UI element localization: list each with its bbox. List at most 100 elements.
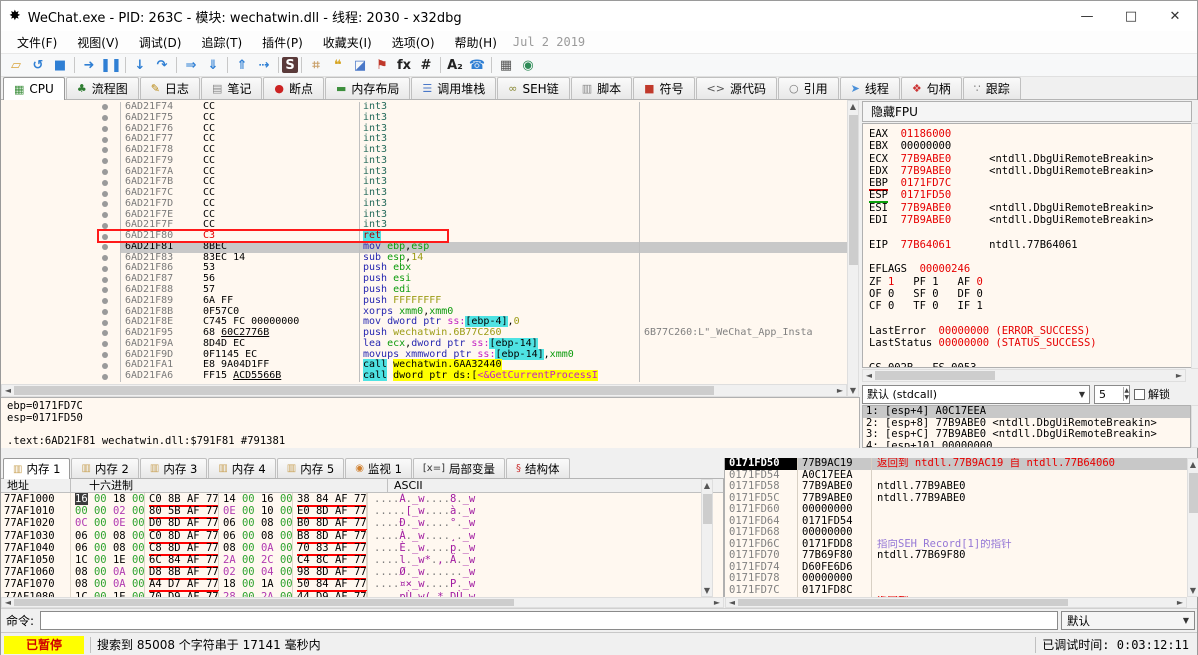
dump-row[interactable]: 77AF10501C 00 1E 006C 84 AF 772A 00 2C 0…	[1, 554, 723, 566]
breakpoint-gutter[interactable]	[1, 199, 121, 210]
execute-till-return-icon[interactable]: ⇑	[231, 55, 253, 75]
tab-SEH链[interactable]: ∞SEH链	[497, 77, 569, 99]
dump-row[interactable]: 77AF100016 00 18 00C0 8B AF 7714 00 16 0…	[1, 493, 723, 505]
stack-hscrollbar[interactable]: ◄ ►	[725, 597, 1187, 608]
breakpoint-gutter[interactable]	[1, 360, 121, 371]
breakpoint-gutter[interactable]	[1, 177, 121, 188]
registers-hscrollbar[interactable]: ◄ ►	[862, 369, 1186, 382]
hide-fpu-button[interactable]: 隐藏FPU	[862, 101, 1192, 122]
scroll-thumb[interactable]	[849, 115, 858, 265]
scroll-thumb[interactable]	[703, 494, 712, 524]
breakpoint-gutter[interactable]	[1, 296, 121, 307]
stack-row[interactable]: 0171FD6800000000	[725, 527, 1198, 539]
scroll-left-arrow[interactable]: ◄	[2, 598, 14, 607]
scroll-thumb[interactable]	[738, 599, 1068, 606]
scroll-thumb[interactable]	[14, 386, 714, 395]
scroll-thumb[interactable]	[14, 599, 514, 606]
breakpoint-gutter[interactable]	[1, 285, 121, 296]
dump-row[interactable]: 77AF107008 00 0A 00A4 D7 AF 7718 00 1A 0…	[1, 578, 723, 590]
scroll-down-arrow[interactable]: ▼	[702, 586, 712, 595]
stop-icon[interactable]: ■	[49, 55, 71, 75]
run-icon[interactable]: ➜	[78, 55, 100, 75]
stack-row[interactable]: 0171FD7C0171FD8C	[725, 585, 1198, 597]
comments-icon[interactable]: ❝	[327, 55, 349, 75]
tab-内存 4[interactable]: ▥内存 4	[208, 458, 275, 478]
astyle-icon[interactable]: A₂	[444, 55, 466, 75]
disassembly-vscrollbar[interactable]: ▲ ▼	[847, 100, 859, 397]
breakpoint-gutter[interactable]	[1, 210, 121, 221]
scroll-down-arrow[interactable]: ▼	[848, 386, 858, 395]
dump-row[interactable]: 77AF106008 00 0A 00D8 8B AF 7702 00 04 0…	[1, 566, 723, 578]
globe-icon[interactable]: ◉	[517, 55, 539, 75]
scroll-up-arrow[interactable]: ▲	[1188, 460, 1198, 469]
labels-icon[interactable]: ◪	[349, 55, 371, 75]
horizontal-splitter[interactable]	[1, 448, 1197, 458]
modules-phone-icon[interactable]: ☎	[466, 55, 488, 75]
restart-icon[interactable]: ↺	[27, 55, 49, 75]
stack-panel[interactable]: 0171FD5077B9AC19返回到 ntdll.77B9AC19 自 ntd…	[724, 458, 1198, 597]
arguments-vscrollbar[interactable]	[1191, 405, 1198, 448]
registers-vscrollbar[interactable]	[1191, 123, 1198, 369]
minimize-button[interactable]: —	[1065, 1, 1109, 31]
breakpoint-gutter[interactable]	[1, 113, 121, 124]
tab-笔记[interactable]: ▤笔记	[201, 77, 262, 99]
dump-vscrollbar[interactable]: ▲ ▼	[701, 479, 713, 597]
command-profile-dropdown[interactable]: 默认 ▼	[1061, 611, 1195, 630]
menu-item[interactable]: 调试(D)	[129, 31, 192, 54]
breakpoint-gutter[interactable]	[1, 339, 121, 350]
patches-icon[interactable]: ⌗	[305, 55, 327, 75]
tab-源代码[interactable]: <>源代码	[696, 77, 777, 99]
scroll-left-arrow[interactable]: ◄	[726, 598, 738, 607]
breakpoint-gutter[interactable]	[1, 253, 121, 264]
spinner-buttons[interactable]: ▲▼	[1123, 387, 1129, 401]
scylla-icon[interactable]: S	[282, 57, 298, 73]
scroll-right-arrow[interactable]: ►	[834, 386, 846, 395]
dump-row[interactable]: 77AF104006 00 08 00C8 8D AF 7708 00 0A 0…	[1, 542, 723, 554]
registers-view[interactable]: EAX 01186000EBX 00000000ECX 77B9ABE0 <nt…	[862, 123, 1192, 368]
breakpoint-gutter[interactable]	[1, 188, 121, 199]
calling-convention-select[interactable]: 默认 (stdcall) ▼	[862, 385, 1090, 404]
dump-row[interactable]: 77AF101000 00 02 0080 5B AF 770E 00 10 0…	[1, 505, 723, 517]
menu-item[interactable]: 追踪(T)	[191, 31, 252, 54]
scroll-thumb[interactable]	[1189, 473, 1198, 513]
scroll-left-arrow[interactable]: ◄	[863, 371, 875, 380]
scroll-up-arrow[interactable]: ▲	[848, 102, 858, 111]
breakpoint-gutter[interactable]	[1, 167, 121, 178]
stack-row[interactable]: 0171FD5C77B9ABE0ntdll.77B9ABE0	[725, 493, 1198, 505]
tab-符号[interactable]: ■符号	[633, 77, 694, 99]
tab-日志[interactable]: ✎日志	[140, 77, 200, 99]
breakpoint-gutter[interactable]	[1, 350, 121, 361]
argument-row[interactable]: 4: [esp+10] 00000000	[863, 441, 1190, 449]
memory-dump-panel[interactable]: 地址 十六进制 ASCII 77AF100016 00 18 00C0 8B A…	[1, 479, 724, 608]
open-folder-icon[interactable]: ▱	[5, 55, 27, 75]
stack-row[interactable]: 0171FD640171FD54	[725, 516, 1198, 528]
tab-引用[interactable]: ○引用	[778, 77, 839, 99]
bookmarks-icon[interactable]: ⚑	[371, 55, 393, 75]
argument-row[interactable]: 3: [esp+C] 77B9ABE0 <ntdll.DbgUiRemoteBr…	[863, 429, 1190, 441]
menu-item[interactable]: 选项(O)	[382, 31, 445, 54]
disassembly-panel[interactable]: 6AD21F74CCint36AD21F75CCint36AD21F76CCin…	[1, 100, 859, 397]
stack-row[interactable]: 0171FD5077B9AC19返回到 ntdll.77B9AC19 自 ntd…	[725, 458, 1198, 470]
disasm-row[interactable]: 6AD21F75CCint3	[1, 113, 847, 124]
unlock-checkbox[interactable]	[1134, 389, 1145, 400]
step-into-icon[interactable]: ↓	[129, 55, 151, 75]
tab-CPU[interactable]: ▦CPU	[3, 77, 65, 100]
stack-row[interactable]: 0171FD54A0C17EEA	[725, 470, 1198, 482]
menu-item[interactable]: 文件(F)	[7, 31, 67, 54]
calculator-icon[interactable]: ▦	[495, 55, 517, 75]
dump-row[interactable]: 77AF10200C 00 0E 00D0 8D AF 7706 00 08 0…	[1, 517, 723, 529]
tab-句柄[interactable]: ❖句柄	[901, 77, 962, 99]
breakpoint-gutter[interactable]	[1, 274, 121, 285]
step-over-icon[interactable]: ↷	[151, 55, 173, 75]
tab-内存布局[interactable]: ▬内存布局	[325, 77, 410, 99]
unlock-checkbox-row[interactable]: 解锁	[1134, 386, 1170, 402]
tab-监视 1[interactable]: ◉监视 1	[345, 458, 412, 478]
disassembly-hscrollbar[interactable]: ◄ ►	[1, 384, 847, 397]
breakpoint-gutter[interactable]	[1, 371, 121, 382]
disasm-row[interactable]: 6AD21F79CCint3	[1, 156, 847, 167]
scroll-down-arrow[interactable]: ▼	[1188, 586, 1198, 595]
scroll-right-arrow[interactable]: ►	[1174, 598, 1186, 607]
disasm-row[interactable]: 6AD21FA6FF15 ACD5566Bcall dword ptr ds:[…	[1, 371, 847, 382]
dump-row[interactable]: 77AF103006 00 08 00C0 8D AF 7706 00 08 0…	[1, 530, 723, 542]
breakpoint-gutter[interactable]	[1, 317, 121, 328]
